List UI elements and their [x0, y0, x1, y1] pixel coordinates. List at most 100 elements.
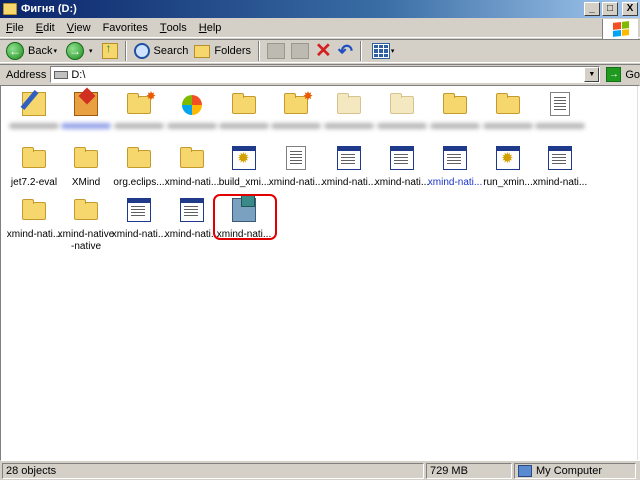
minimize-button[interactable]: _ — [584, 2, 600, 16]
forward-button[interactable]: → ▾ — [63, 40, 99, 62]
folder-pale-icon — [390, 93, 414, 114]
chevron-down-icon[interactable]: ▾ — [53, 47, 57, 55]
list-item[interactable] — [375, 90, 429, 140]
list-item[interactable]: xmind-native -native — [58, 196, 114, 252]
folders-button[interactable]: Folders — [191, 40, 254, 62]
views-button[interactable]: ▾ — [366, 40, 401, 62]
list-item[interactable]: xmind-nati... — [428, 144, 482, 194]
list-item[interactable]: xmind-nati... — [165, 196, 219, 246]
file-label: org.eclips... — [113, 177, 165, 188]
list-item[interactable] — [112, 89, 166, 140]
explorer-window: Фигня (D:) _ □ X File Edit View Favorite… — [0, 0, 640, 480]
windows-flag-icon — [612, 21, 629, 37]
views-icon — [371, 43, 390, 59]
menu-file[interactable]: File — [0, 20, 30, 37]
search-icon — [133, 43, 150, 59]
forward-arrow-icon: → — [65, 42, 84, 60]
file-label: jet7.2-eval — [10, 177, 58, 188]
go-button[interactable]: → Go — [606, 67, 640, 82]
menu-view[interactable]: View — [61, 20, 97, 37]
list-item[interactable] — [322, 90, 376, 140]
address-dropdown-button[interactable]: ▼ — [584, 67, 600, 82]
list-item[interactable] — [7, 90, 61, 140]
menu-tools[interactable]: Tools — [154, 20, 193, 37]
chevron-down-icon[interactable]: ▾ — [89, 47, 93, 55]
address-bar: Address D:\ ▼ → Go — [0, 64, 640, 84]
folder-star-icon — [127, 89, 156, 114]
list-item[interactable] — [428, 90, 482, 140]
list-item[interactable] — [217, 90, 271, 140]
back-button[interactable]: ← Back ▾ — [3, 40, 63, 62]
folder-icon — [232, 93, 256, 114]
location-label: My Computer — [536, 464, 603, 477]
list-item[interactable]: xmind-nati... — [533, 144, 587, 194]
computer-icon — [518, 464, 532, 477]
list-item[interactable] — [269, 89, 323, 140]
list-item[interactable]: xmind-nati... — [269, 144, 323, 194]
file-label: XMind — [71, 177, 101, 188]
back-arrow-icon: ← — [6, 42, 24, 60]
folder-icon — [127, 147, 151, 168]
gear-window-icon — [232, 146, 256, 170]
list-item[interactable] — [481, 90, 535, 140]
list-item[interactable]: xmind-nati... — [375, 144, 429, 194]
folder-icon — [22, 147, 46, 168]
delete-icon[interactable]: ✕ — [315, 41, 332, 61]
menu-bar: File Edit View Favorites Tools Help — [0, 19, 640, 38]
list-item[interactable]: xmind-nati... — [322, 144, 376, 194]
file-label: xmind-nati... — [374, 177, 430, 188]
list-item[interactable]: xmind-nati... — [112, 196, 166, 246]
maximize-button[interactable]: □ — [602, 2, 618, 16]
sheet-icon — [180, 198, 204, 222]
window-title: Фигня (D:) — [21, 3, 77, 15]
chevron-down-icon: ▾ — [390, 48, 395, 55]
list-item[interactable]: build_xmi... — [217, 144, 271, 194]
undo-icon[interactable]: ↶ — [338, 42, 353, 60]
list-item[interactable]: run_xmin... — [481, 144, 535, 194]
list-item[interactable]: org.eclips... — [112, 144, 166, 194]
sheet-icon — [548, 146, 572, 170]
list-item[interactable]: XMind — [59, 144, 113, 194]
title-bar[interactable]: Фигня (D:) _ □ X — [0, 0, 640, 18]
menu-favorites[interactable]: Favorites — [97, 20, 154, 37]
folder-icon — [74, 199, 98, 220]
list-item[interactable] — [533, 90, 587, 140]
menu-help[interactable]: Help — [193, 20, 228, 37]
status-bar: 28 objects 729 MB My Computer — [0, 461, 640, 480]
file-label: build_xmi... — [218, 177, 270, 188]
list-item[interactable]: xmind-nati... — [7, 196, 61, 246]
search-label: Search — [153, 45, 189, 57]
move-to-icon[interactable] — [267, 43, 286, 59]
file-label: xmind-nati... — [164, 177, 220, 188]
back-label: Back — [28, 45, 53, 57]
sheet-icon — [337, 146, 361, 170]
menu-edit[interactable]: Edit — [30, 20, 61, 37]
go-label: Go — [625, 68, 640, 81]
folder-icon — [22, 199, 46, 220]
file-label: run_xmin... — [483, 177, 533, 188]
file-label: xmind-nati... — [111, 229, 167, 240]
folders-label: Folders — [214, 45, 252, 57]
file-label: xmind-nati... — [532, 177, 588, 188]
location-zone: My Computer — [514, 462, 636, 479]
file-list[interactable]: jet7.2-eval XMind org.eclips... xmind-na… — [0, 85, 640, 461]
go-arrow-icon: → — [606, 67, 622, 82]
up-button[interactable] — [99, 40, 121, 62]
document-icon — [286, 146, 306, 170]
toolbar: ← Back ▾ → ▾ Search Folders ✕ ↶ ▾ — [0, 39, 640, 63]
list-item[interactable] — [165, 90, 219, 140]
folder-icon — [3, 3, 17, 15]
address-input[interactable]: D:\ ▼ — [50, 66, 601, 83]
close-button[interactable]: X — [622, 2, 638, 16]
copy-to-icon[interactable] — [291, 43, 310, 59]
folder-icon — [443, 93, 467, 114]
list-item[interactable]: xmind-nati... — [165, 144, 219, 194]
list-item[interactable]: jet7.2-eval — [7, 144, 61, 194]
search-button[interactable]: Search — [131, 40, 192, 62]
folders-icon — [194, 44, 211, 58]
object-count: 28 objects — [2, 462, 424, 479]
msn-icon — [180, 92, 204, 116]
list-item[interactable] — [59, 90, 113, 140]
windows-logo — [602, 19, 638, 39]
folder-star-icon — [284, 89, 313, 114]
